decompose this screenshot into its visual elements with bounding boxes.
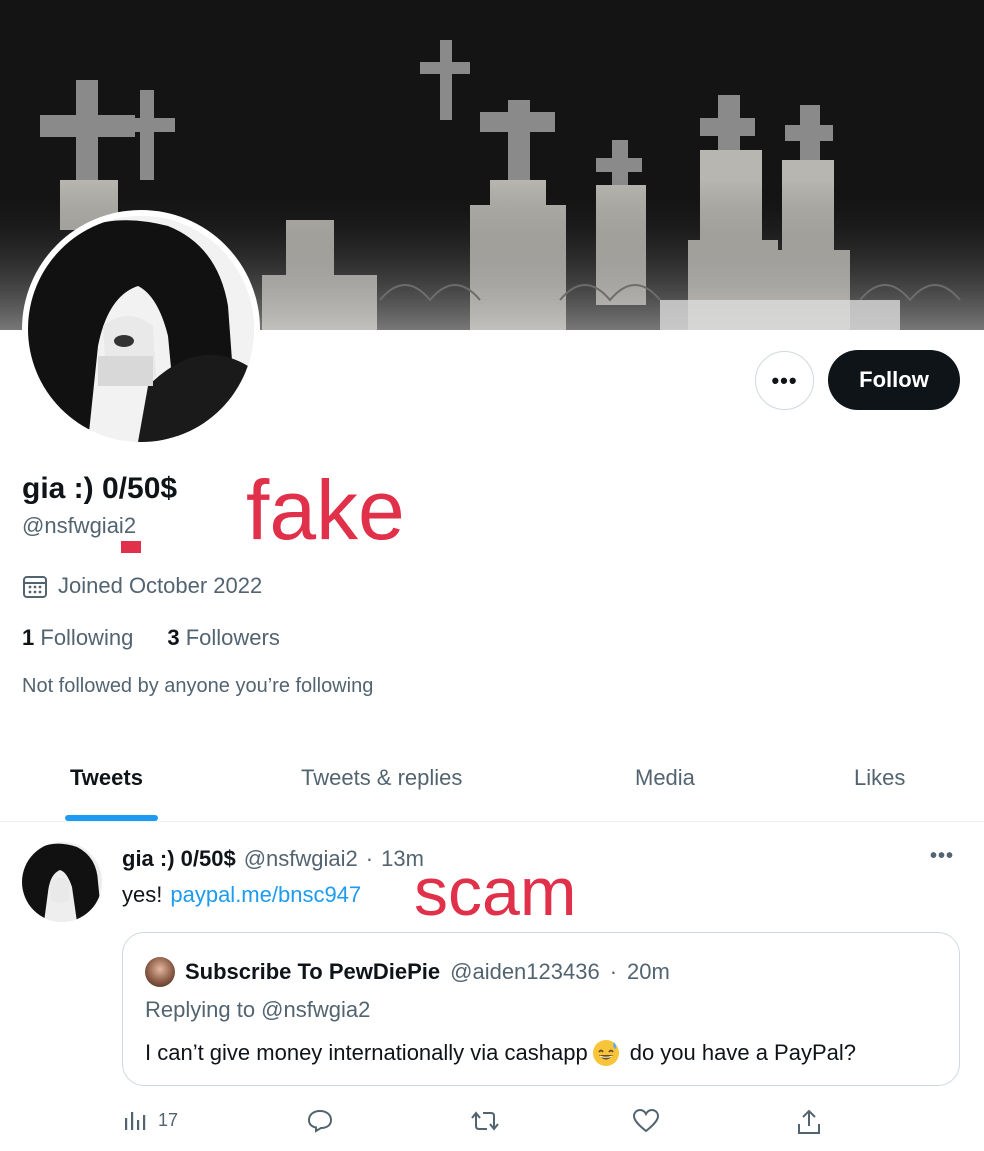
tweet-more-icon[interactable]: •••	[930, 845, 954, 868]
tweet-separator: ·	[365, 846, 374, 871]
like-icon	[632, 1108, 660, 1133]
quoted-tweet-avatar	[145, 957, 175, 987]
profile-avatar-image	[28, 216, 254, 442]
tweet-header: gia :) 0/50$ @nsfwgiai2 · 13m	[122, 846, 424, 872]
not-followed-notice: Not followed by anyone you’re following	[22, 675, 374, 697]
joined-text: Joined October 2022	[58, 573, 263, 598]
following-count: 1	[22, 625, 35, 650]
joined-date: Joined October 2022	[22, 573, 262, 599]
quoted-author-name: Subscribe To PewDiePie	[185, 959, 441, 984]
tweet-author-name[interactable]: gia :) 0/50$	[122, 846, 236, 872]
calendar-icon	[23, 576, 47, 598]
followers-link[interactable]: 3 Followers	[167, 625, 280, 651]
tweet-link[interactable]: paypal.me/bnsc947	[170, 882, 361, 908]
profile-more-button[interactable]: •••	[755, 351, 814, 410]
profile-display-name: gia :) 0/50$	[22, 472, 178, 505]
follow-counts: 1 Following 3 Followers	[22, 625, 280, 651]
profile-handle: @nsfwgiai2	[22, 513, 137, 538]
like-button[interactable]	[632, 1108, 660, 1134]
share-icon	[798, 1109, 820, 1134]
quoted-tweet[interactable]: Subscribe To PewDiePie @aiden123436 · 20…	[122, 932, 960, 1086]
retweet-icon	[471, 1111, 499, 1131]
quoted-text-after: do you have a PayPal?	[629, 1040, 856, 1065]
active-tab-indicator	[65, 815, 158, 821]
tweet-actions: 17	[122, 1108, 842, 1140]
following-link[interactable]: 1 Following	[22, 625, 133, 651]
views-button[interactable]: 17	[122, 1108, 178, 1132]
views-icon	[125, 1112, 146, 1130]
profile-tabs: Tweets Tweets & replies Media Likes	[0, 740, 984, 822]
tweet-avatar[interactable]	[22, 842, 102, 922]
tab-media[interactable]: Media	[635, 765, 695, 791]
tab-tweets[interactable]: Tweets	[70, 765, 143, 791]
following-label: Following	[40, 625, 134, 650]
reply-button[interactable]	[306, 1108, 334, 1134]
fake-annotation: fake	[246, 463, 405, 557]
followers-count: 3	[167, 625, 180, 650]
quoted-time: 20m	[627, 959, 670, 984]
profile-avatar[interactable]	[22, 210, 260, 448]
quoted-tweet-header: Subscribe To PewDiePie @aiden123436 · 20…	[145, 957, 670, 987]
views-count: 17	[158, 1109, 179, 1130]
more-icon: •••	[771, 367, 798, 393]
grinning-face-with-sweat-icon	[592, 1040, 619, 1066]
follow-button[interactable]: Follow	[828, 350, 960, 410]
quoted-author-handle: @aiden123436	[450, 959, 600, 984]
tab-tweets-replies[interactable]: Tweets & replies	[301, 765, 462, 791]
followers-label: Followers	[185, 625, 280, 650]
red-redaction-mark	[121, 541, 141, 553]
quoted-replying-to: Replying to @nsfwgia2	[145, 997, 371, 1022]
reply-icon	[307, 1109, 333, 1133]
tweet-text-plain: yes!	[122, 882, 163, 907]
quoted-separator: ·	[609, 959, 618, 984]
quoted-text-before: I can’t give money internationally via c…	[145, 1040, 588, 1065]
quoted-tweet-text: I can’t give money internationally via c…	[145, 1039, 856, 1067]
share-button[interactable]	[796, 1108, 822, 1136]
retweet-button[interactable]	[470, 1108, 500, 1134]
tab-likes[interactable]: Likes	[854, 765, 905, 791]
scam-annotation: scam	[414, 854, 577, 930]
tweet-text: yes! paypal.me/bnsc947	[122, 882, 361, 908]
tweet-author-handle[interactable]: @nsfwgiai2	[244, 846, 358, 872]
